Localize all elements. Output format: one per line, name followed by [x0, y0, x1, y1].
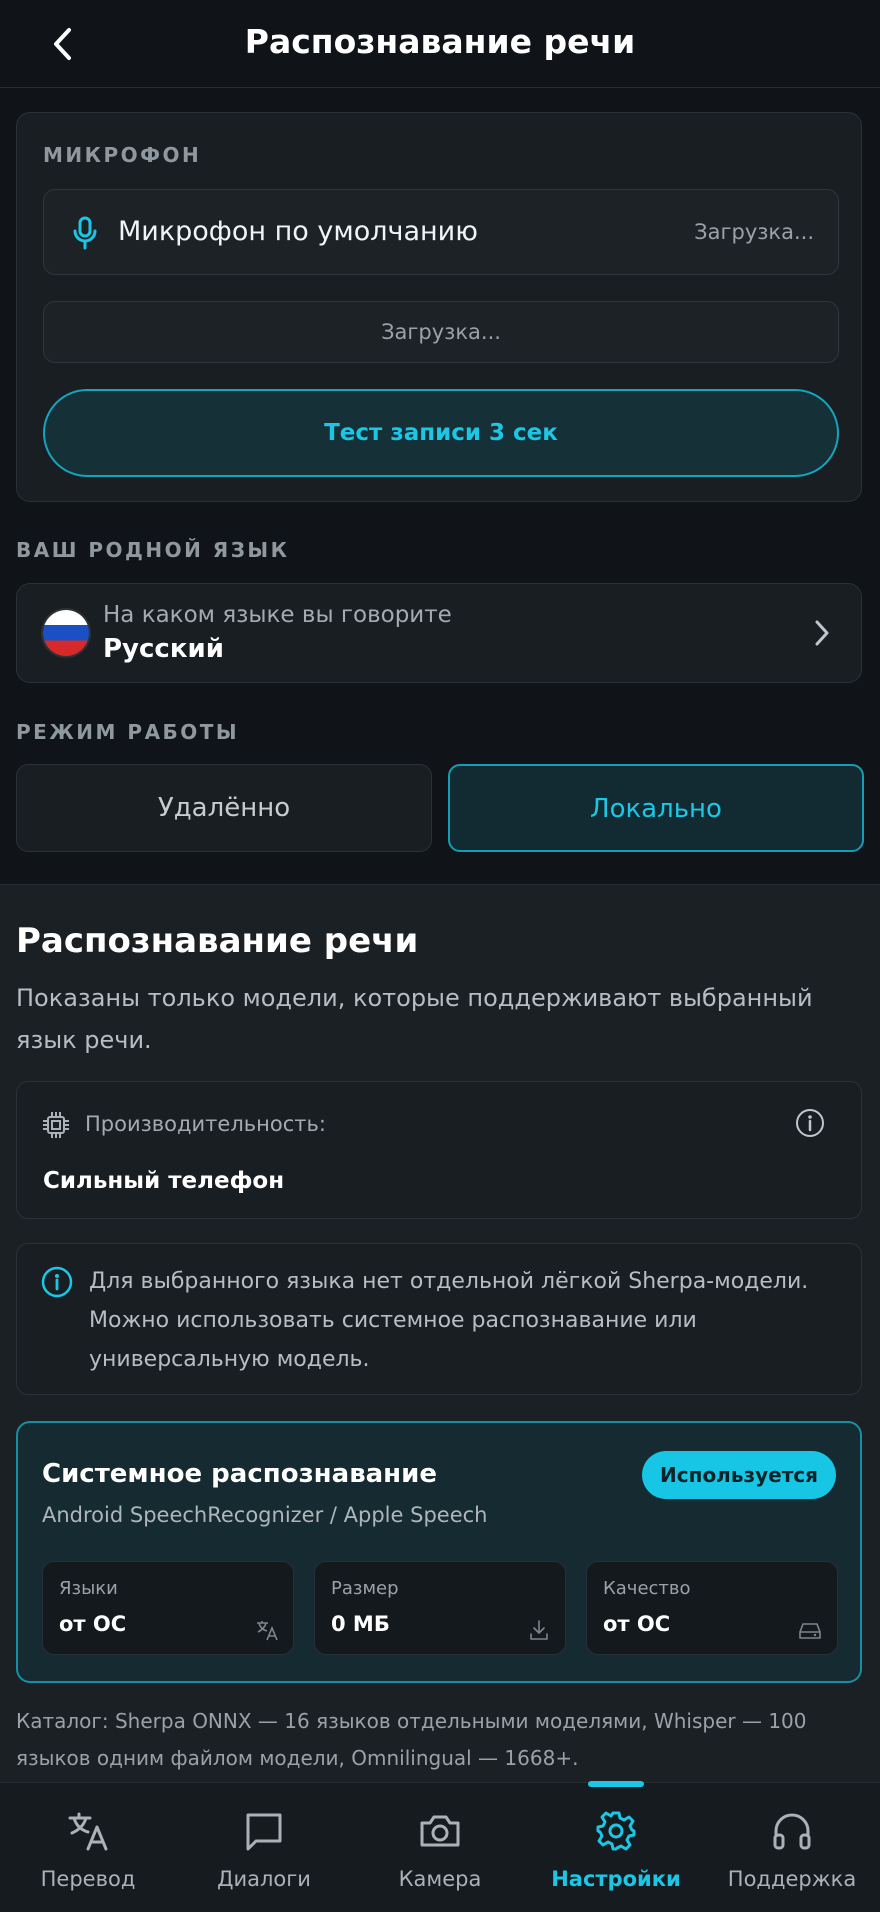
- stat-size: Размер 0 МБ: [314, 1561, 566, 1655]
- headphones-icon: [773, 1813, 811, 1850]
- page-title: Распознавание речи: [244, 22, 636, 61]
- chevron-right-icon: [815, 620, 829, 646]
- tab-label: Камера: [398, 1867, 482, 1891]
- stat-languages: Языки от ОС: [42, 1561, 294, 1655]
- tab-label: Диалоги: [217, 1867, 311, 1891]
- camera-icon: [420, 1815, 460, 1847]
- mode-local-button[interactable]: Локально: [448, 764, 864, 852]
- tab-translate[interactable]: Перевод: [0, 1783, 176, 1912]
- language-value: Русский: [103, 634, 224, 664]
- tab-camera[interactable]: Камера: [352, 1783, 528, 1912]
- chat-icon: [246, 1813, 282, 1851]
- tab-label: Перевод: [40, 1867, 136, 1891]
- russia-flag-icon: [43, 610, 89, 656]
- microphone-name: Микрофон по умолчанию: [118, 216, 478, 247]
- language-selector[interactable]: На каком языке вы говорите Русский: [16, 583, 862, 683]
- gear-icon: [596, 1811, 636, 1851]
- stat-value: от ОС: [603, 1612, 671, 1636]
- performance-card: Производительность: Сильный телефон: [16, 1081, 862, 1219]
- system-recognition-title: Системное распознавание: [42, 1459, 438, 1489]
- stat-label: Размер: [331, 1578, 399, 1599]
- mode-remote-button[interactable]: Удалённо: [16, 764, 432, 852]
- tab-label: Настройки: [551, 1867, 681, 1891]
- info-icon: [41, 1266, 73, 1298]
- notice-text: Для выбранного языка нет отдельной лёгко…: [89, 1269, 809, 1372]
- stat-value: 0 МБ: [331, 1612, 390, 1636]
- system-recognition-card[interactable]: Системное распознавание Android SpeechRe…: [16, 1421, 862, 1683]
- test-recording-button[interactable]: Тест записи 3 сек: [43, 389, 839, 477]
- asr-section-title: Распознавание речи: [16, 921, 419, 961]
- tab-support[interactable]: Поддержка: [704, 1783, 880, 1912]
- model-notice: Для выбранного языка нет отдельной лёгко…: [16, 1243, 862, 1395]
- in-use-badge: Используется: [642, 1451, 836, 1499]
- performance-value: Сильный телефон: [43, 1168, 285, 1194]
- microphone-section-label: МИКРОФОН: [43, 143, 202, 167]
- catalog-note: Каталог: Sherpa ONNX — 16 языков отдельн…: [16, 1709, 807, 1770]
- top-bar: Распознавание речи: [0, 0, 880, 88]
- language-hint: На каком языке вы говорите: [103, 602, 452, 628]
- asr-description: Показаны только модели, которые поддержи…: [16, 984, 813, 1054]
- stat-label: Качество: [603, 1578, 691, 1599]
- speech-recognition-panel: Распознавание речи Показаны только модел…: [0, 884, 880, 1782]
- info-icon[interactable]: [795, 1108, 825, 1138]
- tab-settings[interactable]: Настройки: [528, 1783, 704, 1912]
- translate-icon: [257, 1621, 278, 1641]
- tab-label: Поддержка: [727, 1867, 857, 1891]
- microphone-icon: [73, 216, 97, 250]
- translate-icon: [68, 1812, 108, 1851]
- mode-section-label: РЕЖИМ РАБОТЫ: [16, 720, 240, 744]
- microphone-loading-field: Загрузка...: [43, 301, 839, 363]
- stat-value: от ОС: [59, 1612, 127, 1636]
- storage-icon: [799, 1623, 821, 1639]
- microphone-status: Загрузка...: [694, 220, 814, 244]
- tab-dialogs[interactable]: Диалоги: [176, 1783, 352, 1912]
- microphone-card: МИКРОФОН Микрофон по умолчанию Загрузка.…: [16, 112, 862, 502]
- language-section-label: ВАШ РОДНОЙ ЯЗЫК: [16, 538, 290, 562]
- system-recognition-subtitle: Android SpeechRecognizer / Apple Speech: [42, 1503, 488, 1527]
- stat-quality: Качество от ОС: [586, 1561, 838, 1655]
- bottom-tab-bar: Перевод Диалоги Камера Настройки Поддерж…: [0, 1781, 880, 1912]
- performance-label: Производительность:: [85, 1112, 326, 1136]
- microphone-selector[interactable]: Микрофон по умолчанию Загрузка...: [43, 189, 839, 275]
- download-icon: [530, 1620, 548, 1640]
- stat-label: Языки: [59, 1578, 118, 1599]
- cpu-icon: [43, 1112, 69, 1138]
